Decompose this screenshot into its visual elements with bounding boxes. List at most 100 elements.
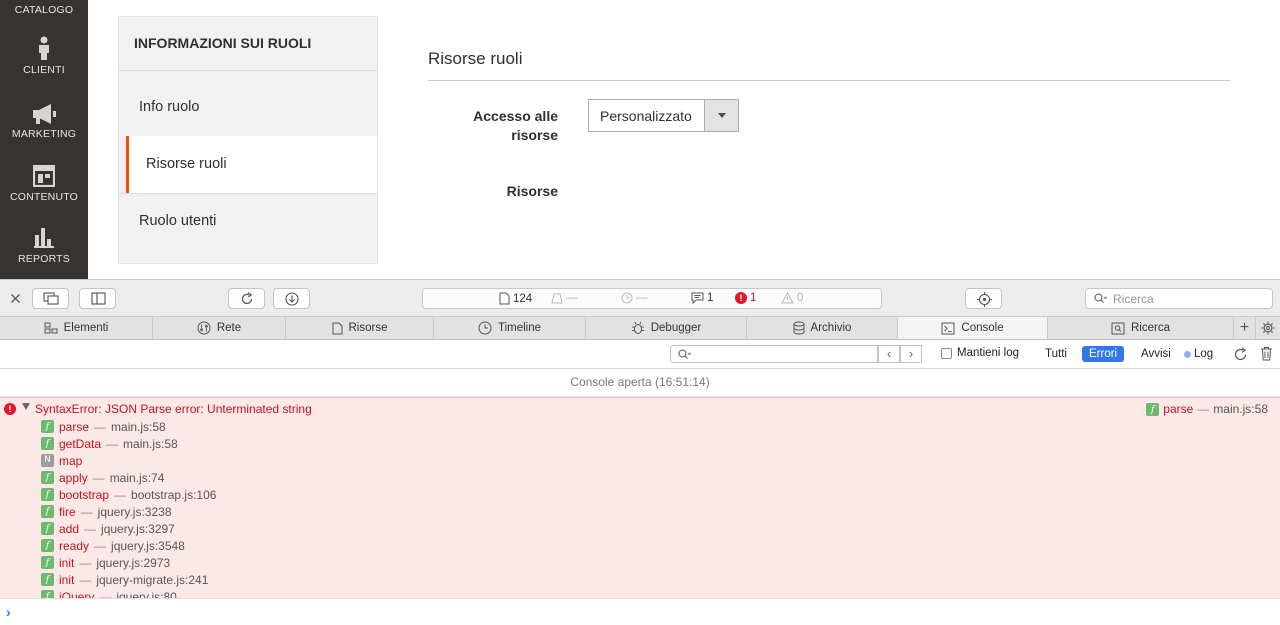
chevron-left-icon: ‹ bbox=[886, 346, 892, 361]
console-filter-bar: ‹ › Mantieni log Tutti Errori Avvisi Log bbox=[0, 340, 1280, 369]
function-icon: f bbox=[1146, 402, 1160, 416]
preserve-log-toggle[interactable]: Mantieni log bbox=[941, 347, 1019, 359]
elements-icon bbox=[44, 322, 58, 334]
console-output: Console aperta (16:51:14) ! SyntaxError:… bbox=[0, 369, 1280, 598]
stack-frame[interactable]: f fire — jquery.js:3238 bbox=[41, 503, 172, 520]
frame-location[interactable]: bootstrap.js:106 bbox=[131, 488, 216, 502]
console-prompt[interactable]: › bbox=[0, 598, 1280, 625]
warning-count[interactable]: 0 bbox=[781, 292, 803, 304]
tab-elements[interactable]: Elementi bbox=[0, 317, 153, 339]
log-count[interactable]: 1 bbox=[691, 292, 713, 304]
weight-icon bbox=[551, 293, 563, 304]
close-icon[interactable] bbox=[10, 293, 21, 304]
plus-icon: + bbox=[1239, 319, 1250, 336]
frame-location[interactable]: jquery.js:3297 bbox=[101, 522, 175, 536]
stack-frame[interactable]: f add — jquery.js:3297 bbox=[41, 520, 175, 537]
access-label-line: risorse bbox=[511, 127, 558, 143]
error-source-link[interactable]: f parse — main.js:58 bbox=[1146, 402, 1268, 416]
inspector-search[interactable]: Ricerca bbox=[1085, 288, 1273, 309]
access-label-line: Accesso alle bbox=[473, 108, 558, 124]
select-value: Personalizzato bbox=[600, 108, 692, 124]
frame-function: fire bbox=[59, 504, 76, 519]
network-value: — bbox=[566, 292, 578, 304]
tab-label: Risorse bbox=[348, 322, 388, 334]
trash-icon[interactable] bbox=[1260, 346, 1273, 361]
tab-label: Ricerca bbox=[1131, 322, 1170, 334]
tab-debugger[interactable]: Debugger bbox=[586, 317, 747, 339]
stack-frame[interactable]: f init — jquery.js:2973 bbox=[41, 554, 170, 571]
frame-function: jQuery bbox=[59, 589, 95, 599]
tab-label: Console bbox=[961, 322, 1004, 334]
console-filter-input[interactable] bbox=[670, 345, 878, 363]
previous-match-button[interactable]: ‹ bbox=[878, 345, 900, 363]
frame-location[interactable]: main.js:74 bbox=[110, 471, 165, 485]
error-message[interactable]: ! SyntaxError: JSON Parse error: Untermi… bbox=[0, 397, 1280, 598]
error-count[interactable]: ! 1 bbox=[735, 292, 756, 304]
nav-item-customers[interactable]: CLIENTI bbox=[0, 36, 88, 76]
frame-location[interactable]: jquery.js:80 bbox=[116, 590, 176, 599]
add-tab-button[interactable]: + bbox=[1234, 317, 1256, 339]
filter-all[interactable]: Tutti bbox=[1038, 346, 1074, 362]
download-button[interactable] bbox=[273, 288, 310, 309]
frame-location[interactable]: jquery.js:3548 bbox=[111, 539, 185, 553]
nav-item-reports[interactable]: REPORTS bbox=[0, 227, 88, 265]
tab-role-info[interactable]: Info ruolo bbox=[119, 79, 377, 136]
tabs-title: INFORMAZIONI SUI RUOLI bbox=[134, 35, 312, 51]
error-icon: ! bbox=[4, 403, 16, 415]
nav-item-marketing[interactable]: MARKETING bbox=[0, 104, 88, 140]
frame-location[interactable]: main.js:58 bbox=[123, 437, 178, 451]
stack-frame[interactable]: f bootstrap — bootstrap.js:106 bbox=[41, 486, 216, 503]
tab-timeline[interactable]: Timeline bbox=[434, 317, 586, 339]
filter-errors[interactable]: Errori bbox=[1082, 346, 1125, 362]
chevron-down-icon[interactable] bbox=[704, 100, 738, 131]
resource-access-select[interactable]: Personalizzato bbox=[588, 99, 739, 132]
detach-window-button[interactable] bbox=[32, 288, 69, 309]
tab-role-resources[interactable]: Risorse ruoli bbox=[126, 136, 377, 193]
stack-frame[interactable]: f ready — jquery.js:3548 bbox=[41, 537, 185, 554]
frame-function: ready bbox=[59, 538, 90, 553]
frame-location[interactable]: jquery.js:2973 bbox=[96, 556, 170, 570]
tab-label: Elementi bbox=[63, 322, 109, 334]
tab-role-users[interactable]: Ruolo utenti bbox=[119, 193, 377, 250]
tab-console[interactable]: Console bbox=[898, 317, 1048, 339]
stack-frame[interactable]: f getData — main.js:58 bbox=[41, 435, 178, 452]
frame-function: parse bbox=[59, 419, 90, 434]
search-icon bbox=[1094, 293, 1108, 303]
tab-label: Timeline bbox=[497, 322, 542, 334]
tab-storage[interactable]: Archivio bbox=[747, 317, 898, 339]
filter-warnings[interactable]: Avvisi bbox=[1134, 346, 1178, 362]
dock-side-button[interactable] bbox=[79, 288, 116, 309]
nav-item-catalog[interactable]: CATALOGO bbox=[0, 4, 88, 16]
refresh-icon[interactable] bbox=[1233, 347, 1248, 362]
error-icon: ! bbox=[735, 292, 747, 304]
inspect-element-button[interactable] bbox=[965, 288, 1002, 309]
stack-frame[interactable]: f jQuery — jquery.js:80 bbox=[41, 588, 177, 598]
reload-button[interactable] bbox=[228, 288, 265, 309]
gear-icon[interactable] bbox=[1261, 321, 1275, 335]
web-page: CATALOGO CLIENTI MARKETING CONTENUTO REP… bbox=[0, 0, 1280, 279]
tab-resources[interactable]: Risorse bbox=[286, 317, 434, 339]
tab-search[interactable]: Ricerca bbox=[1048, 317, 1234, 339]
stack-frame[interactable]: Nmap bbox=[41, 452, 82, 469]
filter-logs[interactable]: Log bbox=[1177, 346, 1220, 362]
next-match-button[interactable]: › bbox=[900, 345, 922, 363]
resources-icon bbox=[332, 322, 342, 334]
frame-location[interactable]: main.js:58 bbox=[111, 420, 166, 434]
stack-frame[interactable]: f parse — main.js:58 bbox=[41, 418, 166, 435]
inspector-tabbar: Elementi Rete Risorse Timeline Debugger bbox=[0, 317, 1280, 340]
disclosure-triangle-icon[interactable] bbox=[22, 403, 30, 410]
nav-item-content[interactable]: CONTENUTO bbox=[0, 165, 88, 203]
log-count-value: 1 bbox=[707, 292, 714, 304]
stack-frame[interactable]: f init — jquery-migrate.js:241 bbox=[41, 571, 208, 588]
frame-location[interactable]: jquery-migrate.js:241 bbox=[96, 573, 208, 587]
tab-network[interactable]: Rete bbox=[153, 317, 286, 339]
stack-frame[interactable]: f apply — main.js:74 bbox=[41, 469, 164, 486]
frame-location[interactable]: jquery.js:3238 bbox=[98, 505, 172, 519]
resource-count[interactable]: 124 bbox=[499, 292, 532, 305]
preserve-log-checkbox[interactable] bbox=[941, 347, 952, 359]
content-icon bbox=[33, 165, 55, 187]
role-info-tabs: INFORMAZIONI SUI RUOLI Info ruolo Risors… bbox=[118, 16, 378, 264]
time-value: — bbox=[636, 292, 648, 304]
warning-icon bbox=[781, 292, 794, 304]
error-source-function: parse bbox=[1163, 402, 1194, 416]
